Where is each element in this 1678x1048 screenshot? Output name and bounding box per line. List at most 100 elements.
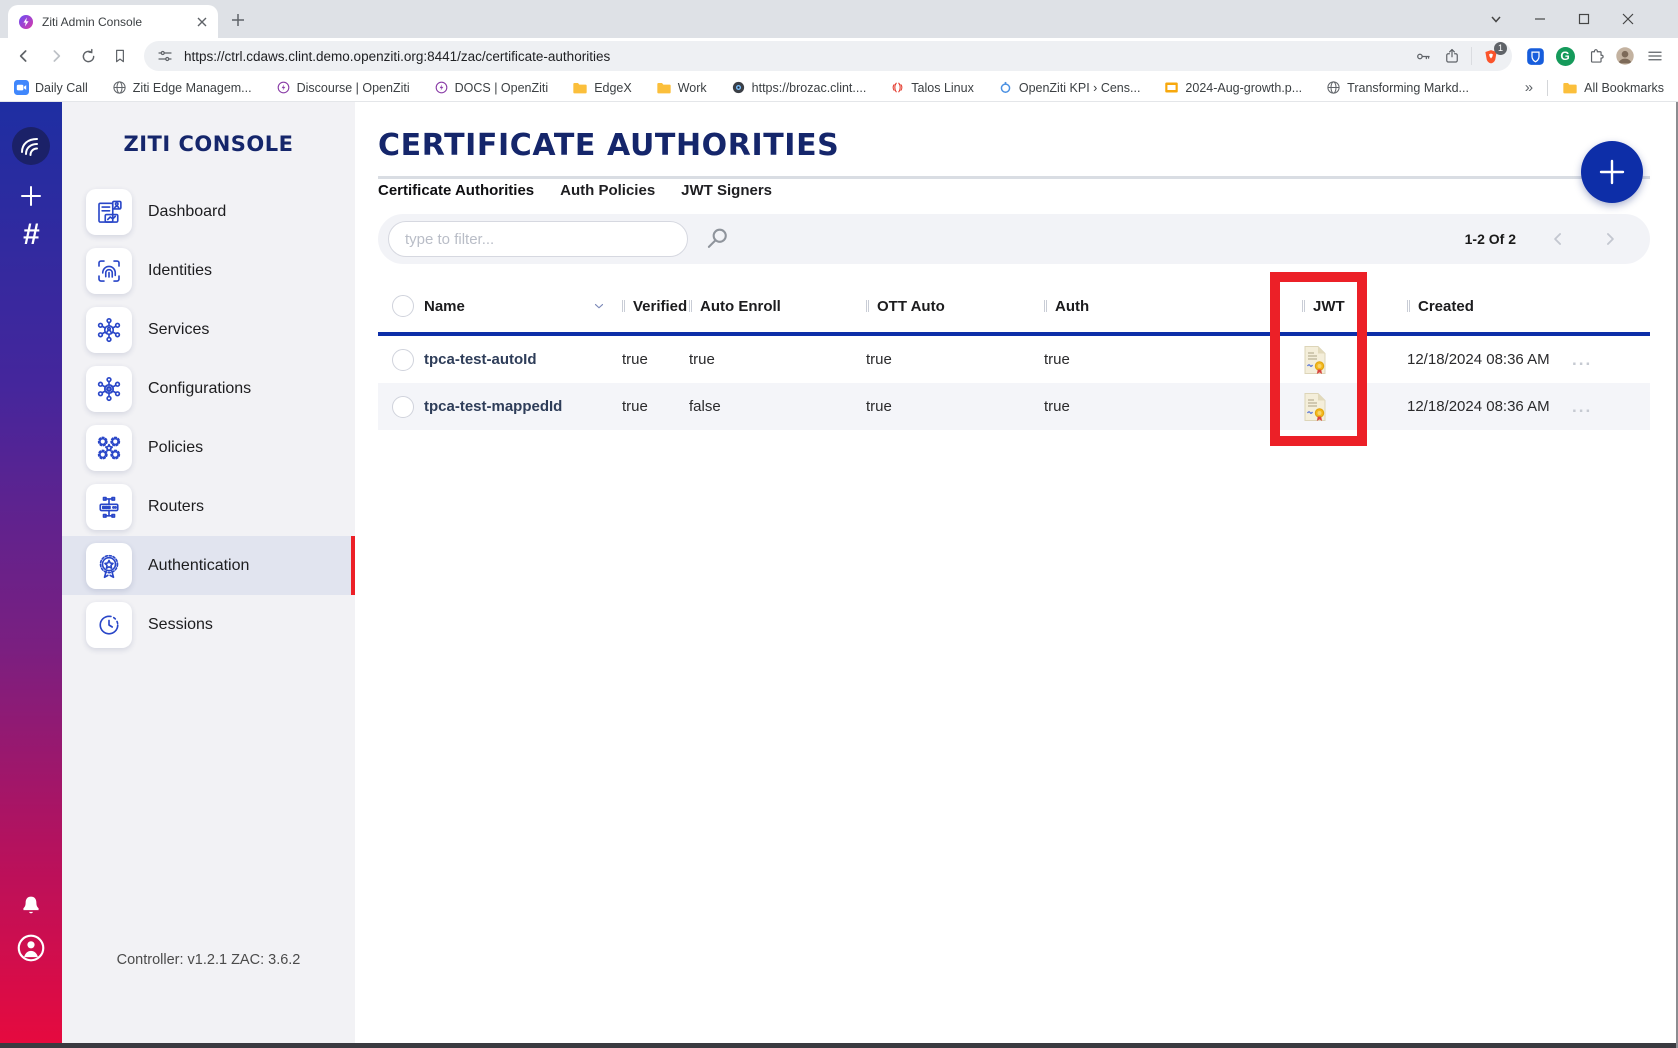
bookmark-transforming-markdown[interactable]: Transforming Markd... xyxy=(1326,80,1469,95)
maximize-button[interactable] xyxy=(1562,0,1606,38)
row-actions-menu[interactable]: ... xyxy=(1572,350,1592,370)
reload-icon[interactable] xyxy=(74,42,102,70)
sidebar-item-label: Dashboard xyxy=(148,203,226,221)
console-title: ZITI CONSOLE xyxy=(62,132,355,156)
row-auth: true xyxy=(1034,351,1294,368)
bitwarden-extension-icon[interactable] xyxy=(1522,43,1548,69)
table-row[interactable]: tpca-test-mappedId true false true true … xyxy=(378,383,1650,430)
column-header-name[interactable]: Name xyxy=(424,298,614,315)
table-row[interactable]: tpca-test-autoId true true true true 12/… xyxy=(378,336,1650,383)
column-header-verified[interactable]: Verified xyxy=(614,298,679,315)
pagination-prev-icon[interactable] xyxy=(1548,229,1568,249)
extensions-puzzle-icon[interactable] xyxy=(1582,43,1608,69)
bookmark-discourse-openziti[interactable]: Discourse | OpenZiti xyxy=(276,80,410,95)
page-title: CERTIFICATE AUTHORITIES xyxy=(378,130,1650,162)
sidebar-item-dashboard[interactable]: Dashboard xyxy=(62,182,355,241)
row-auth: true xyxy=(1034,398,1294,415)
browser-tab[interactable]: Ziti Admin Console xyxy=(8,5,218,38)
fingerprint-icon xyxy=(86,248,132,294)
column-header-auth[interactable]: Auth xyxy=(1034,298,1294,315)
pagination-count: 1-2 Of 2 xyxy=(1465,231,1516,247)
bookmarks-divider xyxy=(1547,80,1548,96)
certificate-file-icon[interactable] xyxy=(1302,345,1328,375)
forward-icon[interactable] xyxy=(42,42,70,70)
globe-icon xyxy=(1326,80,1341,95)
folder-icon xyxy=(656,81,672,95)
sidebar-item-policies[interactable]: Policies xyxy=(62,418,355,477)
bookmark-edgex[interactable]: EdgeX xyxy=(572,81,632,95)
close-button[interactable] xyxy=(1606,0,1650,38)
new-tab-button[interactable] xyxy=(224,6,252,34)
omnibox-divider xyxy=(1471,47,1472,65)
bookmark-flag-icon[interactable] xyxy=(106,42,134,70)
network-icon xyxy=(86,307,132,353)
row-auto-enroll: false xyxy=(679,398,856,415)
grammarly-extension-icon[interactable]: G xyxy=(1552,43,1578,69)
column-header-created[interactable]: Created xyxy=(1397,298,1560,315)
sidebar-item-sessions[interactable]: Sessions xyxy=(62,595,355,654)
sidebar-item-configurations[interactable]: Configurations xyxy=(62,359,355,418)
notifications-bell-icon[interactable] xyxy=(17,892,45,920)
tab-close-icon[interactable] xyxy=(194,14,210,30)
bookmark-brozac[interactable]: https://brozac.clint.... xyxy=(731,80,867,95)
certificate-file-icon[interactable] xyxy=(1302,392,1328,422)
rail-hash-icon[interactable]: # xyxy=(23,220,40,250)
row-checkbox[interactable] xyxy=(392,396,414,418)
bookmark-talos-linux[interactable]: Talos Linux xyxy=(890,80,974,95)
tab-jwt-signers[interactable]: JWT Signers xyxy=(681,182,772,200)
password-key-icon[interactable] xyxy=(1414,47,1433,66)
tab-certificate-authorities[interactable]: Certificate Authorities xyxy=(378,182,534,200)
certificate-badge-icon xyxy=(86,543,132,589)
share-icon[interactable] xyxy=(1443,47,1461,65)
dashboard-icon xyxy=(86,189,132,235)
select-all-checkbox[interactable] xyxy=(392,295,414,317)
bookmark-openziti-kpi[interactable]: OpenZiti KPI › Cens... xyxy=(998,80,1141,95)
filter-input[interactable] xyxy=(388,221,688,257)
bookmark-2024-aug-growth[interactable]: 2024-Aug-growth.p... xyxy=(1164,81,1302,95)
filter-bar: 1-2 Of 2 xyxy=(378,214,1650,264)
tab-auth-policies[interactable]: Auth Policies xyxy=(560,182,655,200)
sidebar-item-routers[interactable]: Routers xyxy=(62,477,355,536)
column-header-ott-auto[interactable]: OTT Auto xyxy=(856,298,1034,315)
row-created: 12/18/2024 08:36 AM xyxy=(1397,351,1560,368)
site-controls-icon[interactable] xyxy=(156,47,174,65)
sidebar-item-authentication[interactable]: Authentication xyxy=(62,536,355,595)
main-content: CERTIFICATE AUTHORITIES Certificate Auth… xyxy=(355,102,1676,1048)
search-icon[interactable] xyxy=(704,226,730,252)
profile-person-icon[interactable] xyxy=(15,932,47,964)
window-controls xyxy=(1474,0,1678,38)
rail-add-icon[interactable] xyxy=(19,184,43,208)
menu-hamburger-icon[interactable] xyxy=(1642,43,1668,69)
pagination-next-icon[interactable] xyxy=(1600,229,1620,249)
minimize-button[interactable] xyxy=(1518,0,1562,38)
sidebar-item-identities[interactable]: Identities xyxy=(62,241,355,300)
url-text: https://ctrl.cdaws.clint.demo.openziti.o… xyxy=(184,49,1404,64)
brave-shield-icon[interactable]: 1 xyxy=(1482,47,1500,66)
add-certificate-authority-button[interactable] xyxy=(1581,141,1643,203)
ziti-logo-icon[interactable] xyxy=(11,126,51,166)
bookmark-docs-openziti[interactable]: DOCS | OpenZiti xyxy=(434,80,549,95)
bookmarks-overflow-chevron[interactable]: » xyxy=(1525,79,1533,96)
left-rail: # xyxy=(0,102,62,1048)
sidebar-item-label: Services xyxy=(148,321,209,339)
bookmark-daily-call[interactable]: Daily Call xyxy=(14,80,88,95)
address-bar[interactable]: https://ctrl.cdaws.clint.demo.openziti.o… xyxy=(144,41,1512,71)
profile-avatar[interactable] xyxy=(1612,43,1638,69)
bookmark-work[interactable]: Work xyxy=(656,81,707,95)
row-actions-menu[interactable]: ... xyxy=(1572,397,1592,417)
sidebar-item-label: Policies xyxy=(148,439,203,457)
column-header-jwt[interactable]: JWT xyxy=(1294,298,1397,315)
certificate-authorities-table: Name Verified Auto Enroll OTT Auto Auth … xyxy=(378,280,1650,430)
row-verified: true xyxy=(614,398,679,415)
column-header-auto-enroll[interactable]: Auto Enroll xyxy=(679,298,856,315)
sidebar-item-services[interactable]: Services xyxy=(62,300,355,359)
title-divider xyxy=(378,176,1650,179)
back-icon[interactable] xyxy=(10,42,38,70)
all-bookmarks-button[interactable]: All Bookmarks xyxy=(1562,81,1664,95)
row-checkbox[interactable] xyxy=(392,349,414,371)
folder-icon xyxy=(572,81,588,95)
tab-search-chevron-icon[interactable] xyxy=(1474,0,1518,38)
sort-chevron-icon[interactable] xyxy=(592,299,606,313)
table-header-row: Name Verified Auto Enroll OTT Auto Auth … xyxy=(378,280,1650,332)
bookmark-ziti-edge[interactable]: Ziti Edge Managem... xyxy=(112,80,252,95)
